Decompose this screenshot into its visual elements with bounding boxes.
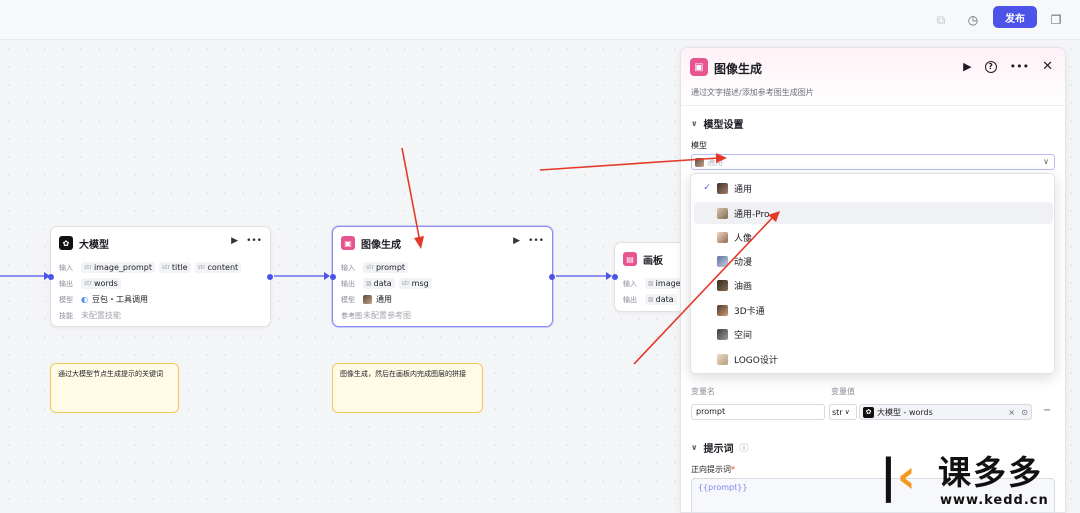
watermark-logo: |‹ 课多多 www.kedd.cn <box>880 453 1080 513</box>
annotation-arrow-head <box>414 236 424 249</box>
annotation-arrows <box>401 147 780 365</box>
annotation-arrow-head <box>716 153 727 163</box>
watermark-k-logo: |‹ <box>880 449 916 503</box>
watermark-name: 课多多 <box>938 453 1043 492</box>
watermark-url: www.kedd.cn <box>940 493 1049 508</box>
annotation-arrow <box>539 157 719 171</box>
annotation-arrow <box>633 215 775 365</box>
annotation-arrow <box>401 147 421 243</box>
